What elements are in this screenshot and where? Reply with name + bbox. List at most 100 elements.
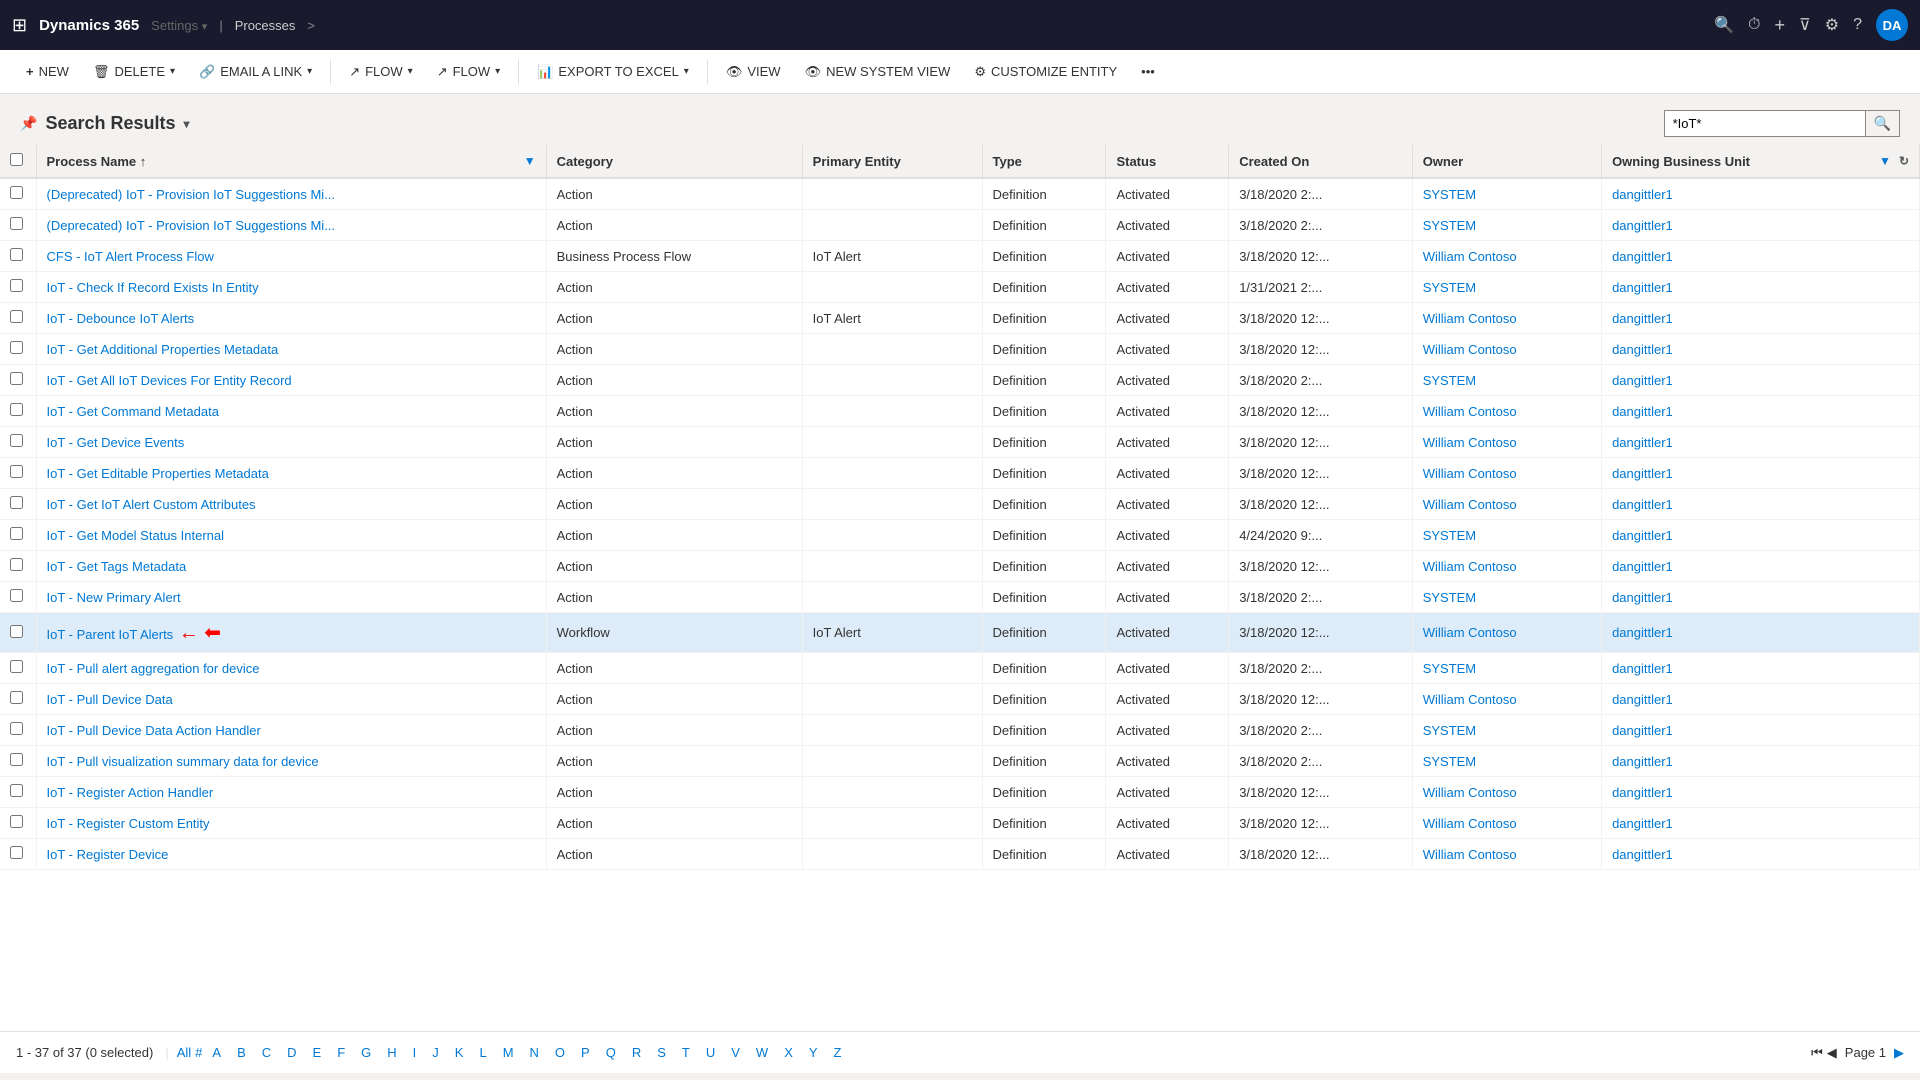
add-icon[interactable]: + — [1775, 15, 1786, 36]
process-name-link[interactable]: IoT - Pull Device Data Action Handler — [47, 723, 261, 738]
pager-letter-t[interactable]: T — [676, 1043, 696, 1062]
export-button[interactable]: 📊 EXPORT TO EXCEL ▾ — [527, 58, 699, 86]
row-checkbox[interactable] — [10, 279, 23, 292]
row-checkbox[interactable] — [10, 625, 23, 638]
pager-letter-x[interactable]: X — [778, 1043, 799, 1062]
owner-link[interactable]: SYSTEM — [1423, 723, 1476, 738]
process-name-link[interactable]: IoT - Debounce IoT Alerts — [47, 311, 195, 326]
col-primary-entity[interactable]: Primary Entity — [802, 145, 982, 178]
pager-letter-e[interactable]: E — [307, 1043, 328, 1062]
owner-link[interactable]: SYSTEM — [1423, 373, 1476, 388]
history-icon[interactable]: ⏱ — [1748, 16, 1760, 34]
more-button[interactable]: ••• — [1131, 58, 1165, 85]
delete-button[interactable]: 🗑 DELETE ▾ — [83, 58, 185, 86]
select-all-checkbox[interactable] — [10, 153, 23, 166]
process-name-link[interactable]: (Deprecated) IoT - Provision IoT Suggest… — [47, 187, 336, 202]
pager-next-btn[interactable]: ▶ — [1894, 1045, 1904, 1061]
pager-letter-y[interactable]: Y — [803, 1043, 824, 1062]
process-name-link[interactable]: IoT - Get Additional Properties Metadata — [47, 342, 279, 357]
owning-unit-link[interactable]: dangittler1 — [1612, 590, 1673, 605]
avatar[interactable]: DA — [1876, 9, 1908, 41]
row-checkbox[interactable] — [10, 558, 23, 571]
process-name-filter-icon[interactable]: ▼ — [524, 154, 536, 168]
owning-unit-link[interactable]: dangittler1 — [1612, 404, 1673, 419]
new-system-view-button[interactable]: 👁 NEW SYSTEM VIEW — [795, 58, 961, 86]
owner-link[interactable]: SYSTEM — [1423, 187, 1476, 202]
pager-letter-w[interactable]: W — [750, 1043, 774, 1062]
pager-letter-s[interactable]: S — [651, 1043, 672, 1062]
pager-first-btn[interactable]: ⏮ — [1811, 1045, 1823, 1061]
owner-link[interactable]: William Contoso — [1423, 692, 1517, 707]
pager-letter-g[interactable]: G — [355, 1043, 377, 1062]
owning-unit-link[interactable]: dangittler1 — [1612, 559, 1673, 574]
owning-unit-link[interactable]: dangittler1 — [1612, 785, 1673, 800]
owner-link[interactable]: William Contoso — [1423, 311, 1517, 326]
flow2-dropdown-icon[interactable]: ▾ — [495, 66, 500, 77]
pager-letter-f[interactable]: F — [331, 1043, 351, 1062]
owner-link[interactable]: SYSTEM — [1423, 661, 1476, 676]
owner-link[interactable]: William Contoso — [1423, 785, 1517, 800]
select-all-header[interactable] — [0, 145, 36, 178]
new-button[interactable]: + NEW — [16, 58, 79, 85]
process-name-link[interactable]: IoT - Parent IoT Alerts — [47, 627, 174, 642]
owning-unit-link[interactable]: dangittler1 — [1612, 497, 1673, 512]
owning-unit-link[interactable]: dangittler1 — [1612, 723, 1673, 738]
pager-letter-o[interactable]: O — [549, 1043, 571, 1062]
row-checkbox[interactable] — [10, 846, 23, 859]
pager-letter-u[interactable]: U — [700, 1043, 721, 1062]
pager-letter-j[interactable]: J — [426, 1043, 445, 1062]
process-name-link[interactable]: IoT - Register Action Handler — [47, 785, 214, 800]
view-button[interactable]: 👁 VIEW — [716, 58, 791, 86]
export-dropdown-icon[interactable]: ▾ — [684, 66, 689, 77]
pager-hash[interactable]: # — [195, 1045, 202, 1060]
pager-letter-q[interactable]: Q — [600, 1043, 622, 1062]
owner-link[interactable]: William Contoso — [1423, 435, 1517, 450]
pager-letter-m[interactable]: M — [497, 1043, 520, 1062]
waffle-icon[interactable]: ⊞ — [12, 15, 27, 36]
table-refresh-icon[interactable]: ↻ — [1899, 154, 1909, 168]
filter-nav-icon[interactable]: ⊽ — [1799, 15, 1811, 35]
row-checkbox[interactable] — [10, 753, 23, 766]
owner-link[interactable]: SYSTEM — [1423, 218, 1476, 233]
owner-link[interactable]: William Contoso — [1423, 847, 1517, 862]
row-checkbox[interactable] — [10, 722, 23, 735]
flow1-button[interactable]: ↗ FLOW ▾ — [339, 58, 423, 86]
pager-letter-b[interactable]: B — [231, 1043, 252, 1062]
process-name-link[interactable]: IoT - Get Device Events — [47, 435, 185, 450]
process-name-link[interactable]: IoT - Get IoT Alert Custom Attributes — [47, 497, 256, 512]
pager-letter-r[interactable]: R — [626, 1043, 647, 1062]
owner-link[interactable]: SYSTEM — [1423, 528, 1476, 543]
process-name-link[interactable]: IoT - Register Custom Entity — [47, 816, 210, 831]
process-name-link[interactable]: IoT - New Primary Alert — [47, 590, 181, 605]
customize-entity-button[interactable]: ⚙ CUSTOMIZE ENTITY — [964, 58, 1127, 86]
owning-unit-link[interactable]: dangittler1 — [1612, 311, 1673, 326]
row-checkbox[interactable] — [10, 372, 23, 385]
owner-link[interactable]: William Contoso — [1423, 816, 1517, 831]
row-checkbox[interactable] — [10, 815, 23, 828]
pager-letter-a[interactable]: A — [206, 1043, 227, 1062]
row-checkbox[interactable] — [10, 660, 23, 673]
row-checkbox[interactable] — [10, 496, 23, 509]
pager-letter-n[interactable]: N — [524, 1043, 545, 1062]
owner-link[interactable]: William Contoso — [1423, 625, 1517, 640]
row-checkbox[interactable] — [10, 310, 23, 323]
pager-letter-k[interactable]: K — [449, 1043, 470, 1062]
owning-unit-link[interactable]: dangittler1 — [1612, 625, 1673, 640]
owning-unit-link[interactable]: dangittler1 — [1612, 280, 1673, 295]
pager-letter-d[interactable]: D — [281, 1043, 302, 1062]
delete-dropdown-icon[interactable]: ▾ — [170, 66, 175, 77]
search-input[interactable] — [1665, 112, 1865, 135]
owning-unit-link[interactable]: dangittler1 — [1612, 661, 1673, 676]
owner-link[interactable]: William Contoso — [1423, 497, 1517, 512]
email-link-button[interactable]: 🔗 EMAIL A LINK ▾ — [189, 58, 322, 86]
owning-unit-link[interactable]: dangittler1 — [1612, 847, 1673, 862]
title-dropdown-icon[interactable]: ▾ — [184, 117, 190, 131]
owning-unit-link[interactable]: dangittler1 — [1612, 528, 1673, 543]
owning-unit-link[interactable]: dangittler1 — [1612, 754, 1673, 769]
pager-letter-c[interactable]: C — [256, 1043, 277, 1062]
pager-letter-h[interactable]: H — [381, 1043, 402, 1062]
col-owning-unit[interactable]: Owning Business Unit ▼ ↻ — [1602, 145, 1920, 178]
row-checkbox[interactable] — [10, 465, 23, 478]
process-name-link[interactable]: IoT - Check If Record Exists In Entity — [47, 280, 259, 295]
owning-unit-link[interactable]: dangittler1 — [1612, 373, 1673, 388]
